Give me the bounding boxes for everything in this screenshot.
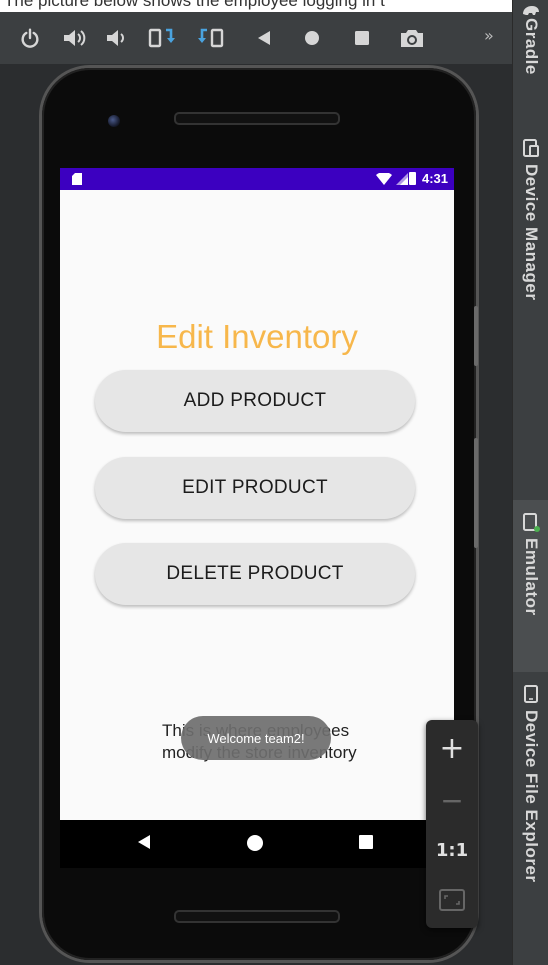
sd-card-icon <box>72 173 82 185</box>
zoom-in-button[interactable]: + <box>426 722 478 774</box>
tool-window-strip: Gradle Device Manager Emulator Device Fi… <box>512 0 548 965</box>
power-icon[interactable] <box>14 22 46 54</box>
rotate-left-icon[interactable] <box>146 22 178 54</box>
back-icon[interactable] <box>248 22 280 54</box>
phone-power-button <box>474 306 478 366</box>
nav-back-icon[interactable] <box>136 834 152 850</box>
edit-product-button[interactable]: EDIT PRODUCT <box>95 457 415 519</box>
volume-down-icon[interactable] <box>100 22 132 54</box>
more-chevron-icon[interactable]: » <box>484 26 494 45</box>
emulator-tool-tab[interactable]: Emulator <box>513 500 548 672</box>
device-file-explorer-tool-label: Device File Explorer <box>522 710 541 883</box>
device-manager-tool-tab[interactable]: Device Manager <box>513 138 548 388</box>
signal-icon <box>396 173 408 185</box>
front-camera <box>108 115 120 127</box>
nav-overview-icon[interactable] <box>358 834 374 850</box>
screen-title: Edit Inventory <box>156 318 358 355</box>
device-manager-tool-label: Device Manager <box>522 164 541 301</box>
emulator-tool-label: Emulator <box>522 538 541 616</box>
phone-screen: 4:31 Edit Inventory ADD PRODUCT EDIT PRO… <box>60 168 454 820</box>
actual-size-button[interactable]: 1:1 <box>426 824 478 876</box>
caption-strip: The picture below shows the employee log… <box>0 0 548 12</box>
add-product-button[interactable]: ADD PRODUCT <box>95 370 415 432</box>
overview-icon[interactable] <box>346 22 378 54</box>
gradle-tool-label: Gradle <box>522 18 541 75</box>
nav-home-icon[interactable] <box>246 834 264 852</box>
delete-product-button[interactable]: DELETE PRODUCT <box>95 543 415 605</box>
device-manager-icon <box>523 139 539 157</box>
phone-nav-bar <box>60 820 454 868</box>
device-file-explorer-tool-tab[interactable]: Device File Explorer <box>513 684 548 965</box>
home-icon[interactable] <box>296 22 328 54</box>
camera-icon[interactable] <box>396 22 428 54</box>
caption-text: The picture below shows the employee log… <box>4 0 385 10</box>
status-bar: 4:31 <box>60 168 454 190</box>
phone-device-frame: 4:31 Edit Inventory ADD PRODUCT EDIT PRO… <box>42 68 478 960</box>
top-speaker <box>174 112 340 125</box>
bottom-speaker <box>174 910 340 923</box>
welcome-toast: Welcome team2! <box>181 716 331 760</box>
wifi-icon <box>376 173 392 185</box>
battery-icon <box>409 172 416 185</box>
fit-screen-icon[interactable] <box>426 874 478 926</box>
emulator-toolbar: » <box>0 12 512 64</box>
phone-volume-button <box>474 438 478 548</box>
status-time: 4:31 <box>421 171 448 186</box>
volume-up-icon[interactable] <box>58 22 90 54</box>
device-file-explorer-icon <box>524 685 538 703</box>
zoom-controls: + − 1:1 <box>426 720 478 928</box>
emulator-icon <box>523 513 540 532</box>
rotate-right-icon[interactable] <box>196 22 228 54</box>
elephant-icon <box>523 6 539 15</box>
gradle-tool-tab[interactable]: Gradle <box>513 0 548 112</box>
zoom-out-button[interactable]: − <box>426 774 478 826</box>
